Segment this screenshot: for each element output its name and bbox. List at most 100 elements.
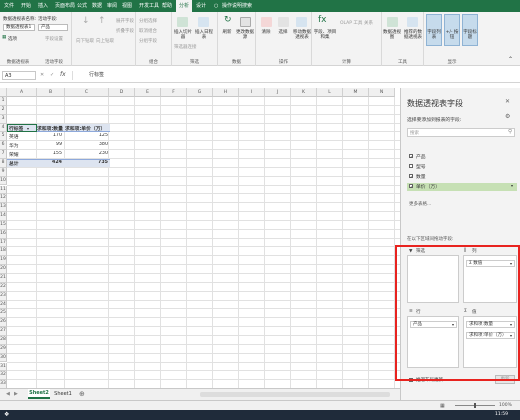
row-header[interactable]: 28 [0,335,7,345]
select-button[interactable]: 选择 [275,30,291,35]
row-header[interactable]: 20 [0,265,7,274]
tab-file[interactable]: 文件 [4,0,14,12]
row-header[interactable]: 4 [0,123,7,133]
add-sheet-icon[interactable]: ⊕ [79,390,85,398]
horizontal-scrollbar[interactable] [200,392,390,397]
row-header[interactable]: 15 [0,220,7,230]
next-sheet-icon[interactable]: ▶ [14,391,18,397]
row-header[interactable]: 32 [0,371,7,381]
pane-close-icon[interactable]: ✕ [505,98,510,105]
collapse-field-button[interactable]: 折叠字段 [116,28,134,34]
formula-input[interactable]: 行标签 [72,71,516,80]
row-header[interactable]: 24 [0,300,7,310]
field-checkbox[interactable] [409,164,413,168]
refresh-button[interactable]: 刷新 [220,30,234,35]
row-header[interactable]: 19 [0,256,7,266]
pivot-value[interactable]: 155 [37,151,62,156]
cancel-icon[interactable]: ✕ [40,72,44,78]
column-header[interactable]: D [109,88,135,97]
row-header[interactable]: 10 [0,176,7,186]
column-header[interactable]: K [291,88,317,97]
field-label[interactable]: 产品 [416,153,426,160]
drill-down-button[interactable]: 向下钻取 [76,38,94,44]
clear-button[interactable]: 清除 [258,30,274,35]
pivot-value[interactable]: 380 [65,142,108,147]
field-headers-button[interactable]: 字段标题 [462,30,478,40]
row-header[interactable]: 30 [0,353,7,363]
tab-help[interactable]: 帮助 [162,0,172,12]
column-header[interactable]: H [213,88,239,97]
pane-settings-icon[interactable]: ⚙ [505,113,510,120]
ungroup-button[interactable]: 取消组合 [139,28,157,34]
tab-formulas[interactable]: 公式 [77,0,87,12]
change-source-button[interactable]: 更改数据源 [236,30,254,40]
row-header[interactable]: 7 [0,150,7,159]
row-header[interactable]: 2 [0,105,7,115]
pivot-chart-button[interactable]: 数据透视图 [383,30,401,40]
pivot-total-qty[interactable]: 424 [37,160,62,165]
view-normal-icon[interactable]: ▦ [440,403,445,409]
collapse-ribbon-icon[interactable]: ⌃ [508,56,513,63]
pivot-value[interactable]: 170 [37,133,62,138]
row-header[interactable]: 16 [0,229,7,239]
row-header[interactable]: 14 [0,212,7,221]
insert-timeline-button[interactable]: 插入日程表 [194,30,214,40]
column-header[interactable]: L [317,88,343,97]
row-header[interactable]: 1 [0,97,7,106]
buttons-toggle-button[interactable]: +/- 按钮 [444,30,460,40]
row-header[interactable]: 6 [0,141,7,151]
sheet-tab-active[interactable]: Sheet2 [28,389,50,399]
zoom-level[interactable]: 100% [499,403,512,408]
row-header[interactable]: 25 [0,309,7,319]
insert-slicer-button[interactable]: 插入切片器 [174,30,192,40]
row-header[interactable]: 9 [0,167,7,177]
field-settings-button[interactable]: 字段设置 [45,36,63,42]
row-header[interactable]: 23 [0,291,7,301]
row-header[interactable]: 33 [0,380,7,388]
sheet-tab[interactable]: Sheet1 [52,389,74,399]
tab-review[interactable]: 审阅 [107,0,117,12]
fx-button[interactable]: fx [60,71,66,78]
pivot-value[interactable]: 99 [37,142,62,147]
tell-me-search[interactable]: 操作说明搜索 [222,0,252,12]
field-dropdown-icon[interactable]: ▾ [511,183,513,188]
column-header[interactable]: M [343,88,369,97]
pivot-header-price[interactable]: 求和项:单价（万） [65,125,105,132]
row-header[interactable]: 27 [0,327,7,336]
tab-developer[interactable]: 开发工具 [139,0,159,12]
active-field-input[interactable]: 产品 [38,24,68,31]
field-checkbox[interactable]: ✓ [409,174,413,179]
olap-tools-button[interactable]: OLAP 工具 [340,20,362,26]
options-button[interactable]: 选项 [8,36,17,42]
row-header[interactable]: 8 [0,158,7,168]
group-field-button[interactable]: 分组字段 [139,38,157,44]
filter-connections-button[interactable]: 筛选器连接 [174,44,197,50]
tab-data[interactable]: 数据 [92,0,102,12]
fields-items-button[interactable]: 字段、项目和集 [313,30,337,40]
column-header[interactable]: G [187,88,213,97]
field-label[interactable]: 型号 [416,163,426,170]
row-header[interactable]: 21 [0,274,7,283]
expand-field-button[interactable]: 展开字段 [116,18,134,24]
prev-sheet-icon[interactable]: ◀ [6,391,10,397]
drill-up-button[interactable]: 向上钻取 [96,38,114,44]
tab-insert[interactable]: 插入 [38,0,48,12]
pivot-total-price[interactable]: 735 [65,160,108,165]
pivot-row-label[interactable]: 荣耀 [9,151,19,158]
zoom-slider-thumb[interactable] [474,403,476,408]
row-header[interactable]: 22 [0,282,7,292]
column-header[interactable]: E [135,88,161,97]
field-list-button[interactable]: 字段列表 [426,30,442,40]
row-header[interactable]: 12 [0,194,7,204]
column-header[interactable]: J [265,88,291,97]
column-header[interactable]: F [161,88,187,97]
pivot-value[interactable]: 230 [65,151,108,156]
row-header[interactable]: 5 [0,132,7,142]
tab-analyze[interactable]: 分析 [176,0,193,12]
row-header[interactable]: 26 [0,318,7,328]
row-header[interactable]: 31 [0,362,7,372]
tab-page-layout[interactable]: 页面布局 [55,0,75,12]
field-checkbox[interactable]: ✓ [409,184,413,189]
row-header[interactable]: 29 [0,344,7,354]
pivot-total-label[interactable]: 总计 [9,160,19,167]
